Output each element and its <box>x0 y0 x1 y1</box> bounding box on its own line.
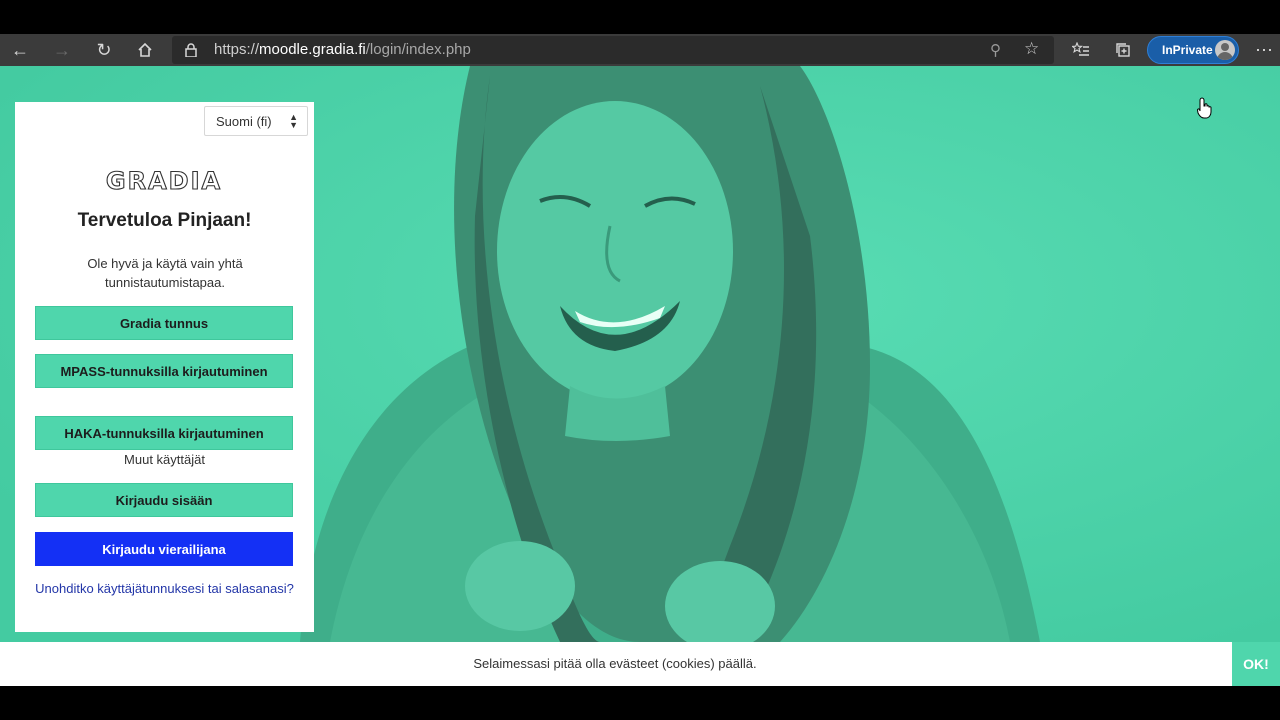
refresh-icon[interactable]: ↻ <box>88 34 120 66</box>
address-bar[interactable]: https://moodle.gradia.fi/login/index.php… <box>172 36 1054 64</box>
profile-avatar-icon <box>1215 40 1235 60</box>
inprivate-badge[interactable]: InPrivate <box>1147 36 1239 64</box>
gradia-logo: GRADIA <box>105 166 222 195</box>
browser-toolbar: ← → ↻ https://moodle.gradia.fi/login/ind… <box>0 34 1280 66</box>
login-card: Suomi (fi) ▲ ▼ GRADIA Tervetuloa Pinjaan!… <box>15 102 314 632</box>
logo-text: GRADIA <box>106 167 222 195</box>
hand-cursor-icon <box>1197 97 1212 119</box>
url-scheme: https:// <box>214 41 260 58</box>
gradia-login-button[interactable]: Gradia tunnus <box>35 306 293 340</box>
home-icon[interactable] <box>129 34 161 66</box>
haka-login-button[interactable]: HAKA-tunnuksilla kirjautuminen <box>35 416 293 450</box>
favorite-star-icon[interactable]: ☆ <box>1024 39 1039 59</box>
forgot-password-link[interactable]: Unohditko käyttäjätunnuksesi tai salasan… <box>15 581 314 596</box>
select-caret-icon: ▲ ▼ <box>289 112 298 130</box>
lock-icon <box>185 43 197 57</box>
back-icon[interactable]: ← <box>4 34 36 66</box>
collections-icon[interactable] <box>1107 34 1139 66</box>
guest-login-button[interactable]: Kirjaudu vierailijana <box>35 532 293 566</box>
favorites-list-icon[interactable] <box>1065 34 1097 66</box>
cookie-message: Selaimessasi pitää olla evästeet (cookie… <box>473 656 757 671</box>
inprivate-label: InPrivate <box>1162 43 1213 57</box>
url-path: /login/index.php <box>365 41 471 58</box>
language-select-label: Suomi (fi) <box>216 114 272 129</box>
intro-text: Ole hyvä ja käytä vain yhtä tunnistautum… <box>87 256 243 290</box>
more-icon[interactable]: ⋯ <box>1248 34 1280 66</box>
window-bottom-frame <box>0 686 1280 720</box>
cookie-notice: Selaimessasi pitää olla evästeet (cookie… <box>0 642 1280 686</box>
login-button[interactable]: Kirjaudu sisään <box>35 483 293 517</box>
page-viewport: Suomi (fi) ▲ ▼ GRADIA Tervetuloa Pinjaan!… <box>0 66 1280 642</box>
url-host: moodle.gradia.fi <box>259 41 366 58</box>
url-text: https://moodle.gradia.fi/login/index.php <box>214 41 471 58</box>
window-top-frame <box>0 0 1280 34</box>
welcome-heading: Tervetuloa Pinjaan! <box>77 210 252 231</box>
mpass-login-button[interactable]: MPASS-tunnuksilla kirjautuminen <box>35 354 293 388</box>
forward-icon[interactable]: → <box>46 34 78 66</box>
zoom-icon[interactable]: ⚲ <box>990 41 1001 59</box>
language-select[interactable]: Suomi (fi) ▲ ▼ <box>204 106 308 136</box>
other-users-label: Muut käyttäjät <box>124 452 205 467</box>
cookie-ok-button[interactable]: OK! <box>1232 642 1280 686</box>
